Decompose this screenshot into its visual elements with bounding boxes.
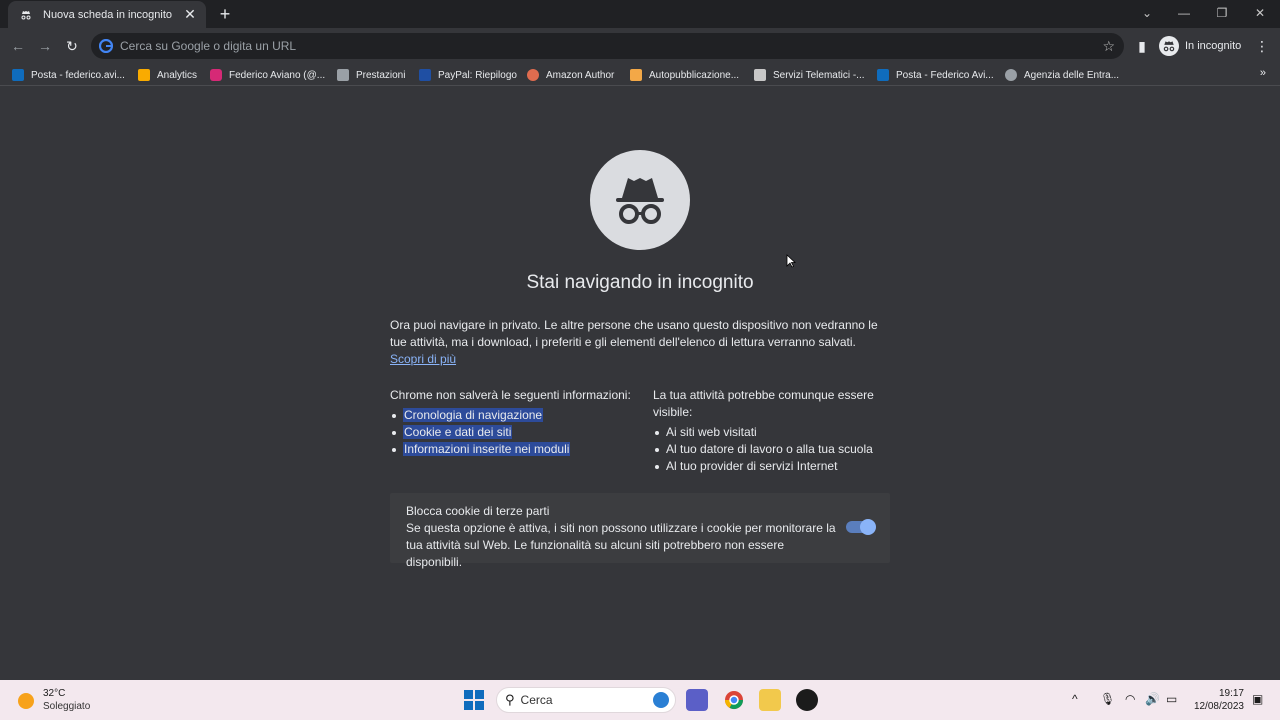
outlook-icon — [877, 69, 889, 81]
time: 19:17 — [1218, 688, 1244, 699]
date: 12/08/2023 — [1193, 701, 1244, 712]
back-icon[interactable]: ← — [9, 37, 27, 55]
chrome-icon[interactable] — [723, 689, 745, 711]
list-item: Informazioni inserite nei moduli — [390, 441, 640, 458]
bookmark-item[interactable]: PayPal: Riepilogo — [419, 68, 517, 82]
tab-title: Nuova scheda in incognito — [43, 8, 173, 21]
address-bar[interactable]: Cerca su Google o digita un URL ☆ — [91, 33, 1124, 59]
temperature: 32°C — [43, 688, 66, 699]
incognito-profile-button[interactable]: In incognito — [1159, 35, 1241, 57]
bookmark-item[interactable]: Federico Aviano (@... — [210, 68, 325, 82]
google-icon — [98, 38, 114, 54]
minimize-icon[interactable]: — — [1174, 4, 1194, 22]
search-icon: ⚲ — [505, 692, 515, 707]
clock[interactable]: 19:17 12/08/2023 — [1190, 687, 1244, 713]
reload-icon[interactable]: ↻ — [63, 37, 81, 55]
bing-icon — [653, 692, 669, 708]
weather-widget[interactable]: 32°C Soleggiato — [18, 688, 90, 713]
bookmark-item[interactable]: Servizi Telematici -... — [754, 68, 865, 82]
incognito-icon — [19, 8, 33, 22]
amazon-kdp-icon — [630, 69, 642, 81]
restore-icon[interactable]: ❐ — [1212, 4, 1232, 22]
list-item: Al tuo provider di servizi Internet — [653, 458, 890, 475]
profile-label: In incognito — [1185, 40, 1242, 52]
list-item: Cookie e dati dei siti — [390, 424, 640, 441]
show-hidden-icons-icon[interactable]: ^ — [1072, 692, 1078, 706]
bookmark-item[interactable]: Posta - Federico Avi... — [877, 68, 994, 82]
not-saved-heading: Chrome non salverà le seguenti informazi… — [390, 388, 631, 402]
bookmark-item[interactable]: Posta - federico.avi... — [12, 68, 125, 82]
bookmark-item[interactable]: Autopubblicazione... — [630, 68, 739, 82]
file-explorer-icon[interactable] — [759, 689, 781, 711]
teams-icon[interactable] — [686, 689, 708, 711]
third-party-cookie-card: Blocca cookie di terze parti Se questa o… — [390, 493, 890, 569]
tab-strip: Nuova scheda in incognito ✕ + ⌄ — ❐ ✕ — [0, 0, 1280, 28]
sun-icon — [18, 692, 34, 709]
taskbar-search[interactable]: ⚲ Cerca — [496, 687, 676, 713]
volume-icon[interactable]: 🔊 — [1145, 692, 1160, 706]
bookmark-item[interactable]: Prestazioni — [337, 68, 405, 82]
outlook-icon — [12, 69, 24, 81]
taskbar: 32°C Soleggiato ⚲ Cerca ^ 🎙 ◠ 🔊 ▭ 19:17 … — [0, 680, 1280, 720]
windows-start-icon[interactable] — [464, 690, 484, 710]
omnibox-placeholder: Cerca su Google o digita un URL — [120, 39, 297, 53]
servizi-telematici-icon — [754, 69, 766, 81]
more-bookmarks-icon[interactable]: » — [1260, 67, 1266, 79]
side-panel-icon[interactable]: ▮ — [1133, 37, 1151, 55]
new-tab-icon[interactable]: + — [216, 4, 234, 24]
tab-search-icon[interactable]: ⌄ — [1137, 4, 1157, 22]
weather-condition: Soleggiato — [43, 701, 91, 712]
tab-incognito[interactable]: Nuova scheda in incognito ✕ — [8, 1, 206, 28]
forward-icon[interactable]: → — [36, 37, 54, 55]
bookmarks-bar: Posta - federico.avi... Analytics Federi… — [0, 64, 1280, 86]
taskbar-search-label: Cerca — [520, 693, 553, 707]
prestazioni-icon — [337, 69, 349, 81]
menu-icon[interactable]: ⋮ — [1253, 37, 1271, 55]
cookie-description: Se questa opzione è attiva, i siti non p… — [406, 521, 836, 569]
amazon-author-icon — [527, 69, 539, 81]
battery-icon[interactable]: ▭ — [1166, 692, 1177, 706]
toggle-knob — [860, 519, 876, 535]
microphone-icon[interactable]: 🎙 — [1100, 692, 1115, 706]
incognito-hero-icon — [590, 150, 690, 250]
not-saved-column: Chrome non salverà le seguenti informazi… — [390, 387, 640, 458]
analytics-icon — [138, 69, 150, 81]
close-window-icon[interactable]: ✕ — [1250, 4, 1270, 22]
bookmark-star-icon[interactable]: ☆ — [1102, 38, 1115, 55]
mouse-cursor-icon — [786, 254, 796, 268]
list-item: Al tuo datore di lavoro o alla tua scuol… — [653, 441, 890, 458]
instagram-icon — [210, 69, 222, 81]
obs-icon[interactable] — [796, 689, 818, 711]
bookmark-item[interactable]: Amazon Author — [527, 68, 614, 82]
visible-column: La tua attività potrebbe comunque essere… — [653, 387, 890, 475]
list-item: Ai siti web visitati — [653, 424, 890, 441]
bookmark-item[interactable]: Analytics — [138, 68, 197, 82]
globe-icon — [1005, 69, 1017, 81]
intro-text: Ora puoi navigare in privato. Le altre p… — [390, 317, 890, 368]
list-item: Cronologia di navigazione — [390, 407, 640, 424]
paypal-icon — [419, 69, 431, 81]
wifi-icon[interactable]: ◠ — [1125, 692, 1135, 706]
page-title: Stai navigando in incognito — [526, 272, 754, 293]
cookie-title: Blocca cookie di terze parti — [406, 504, 550, 518]
notifications-icon[interactable]: ▣ — [1252, 692, 1263, 706]
block-cookies-toggle[interactable] — [846, 519, 876, 535]
bookmark-item[interactable]: Agenzia delle Entra... — [1005, 68, 1119, 82]
close-tab-icon[interactable]: ✕ — [182, 6, 198, 23]
incognito-avatar-icon — [1159, 36, 1179, 56]
visible-heading: La tua attività potrebbe comunque essere… — [653, 388, 874, 419]
intro-body: Ora puoi navigare in privato. Le altre p… — [390, 318, 878, 349]
learn-more-link[interactable]: Scopri di più — [390, 352, 456, 366]
